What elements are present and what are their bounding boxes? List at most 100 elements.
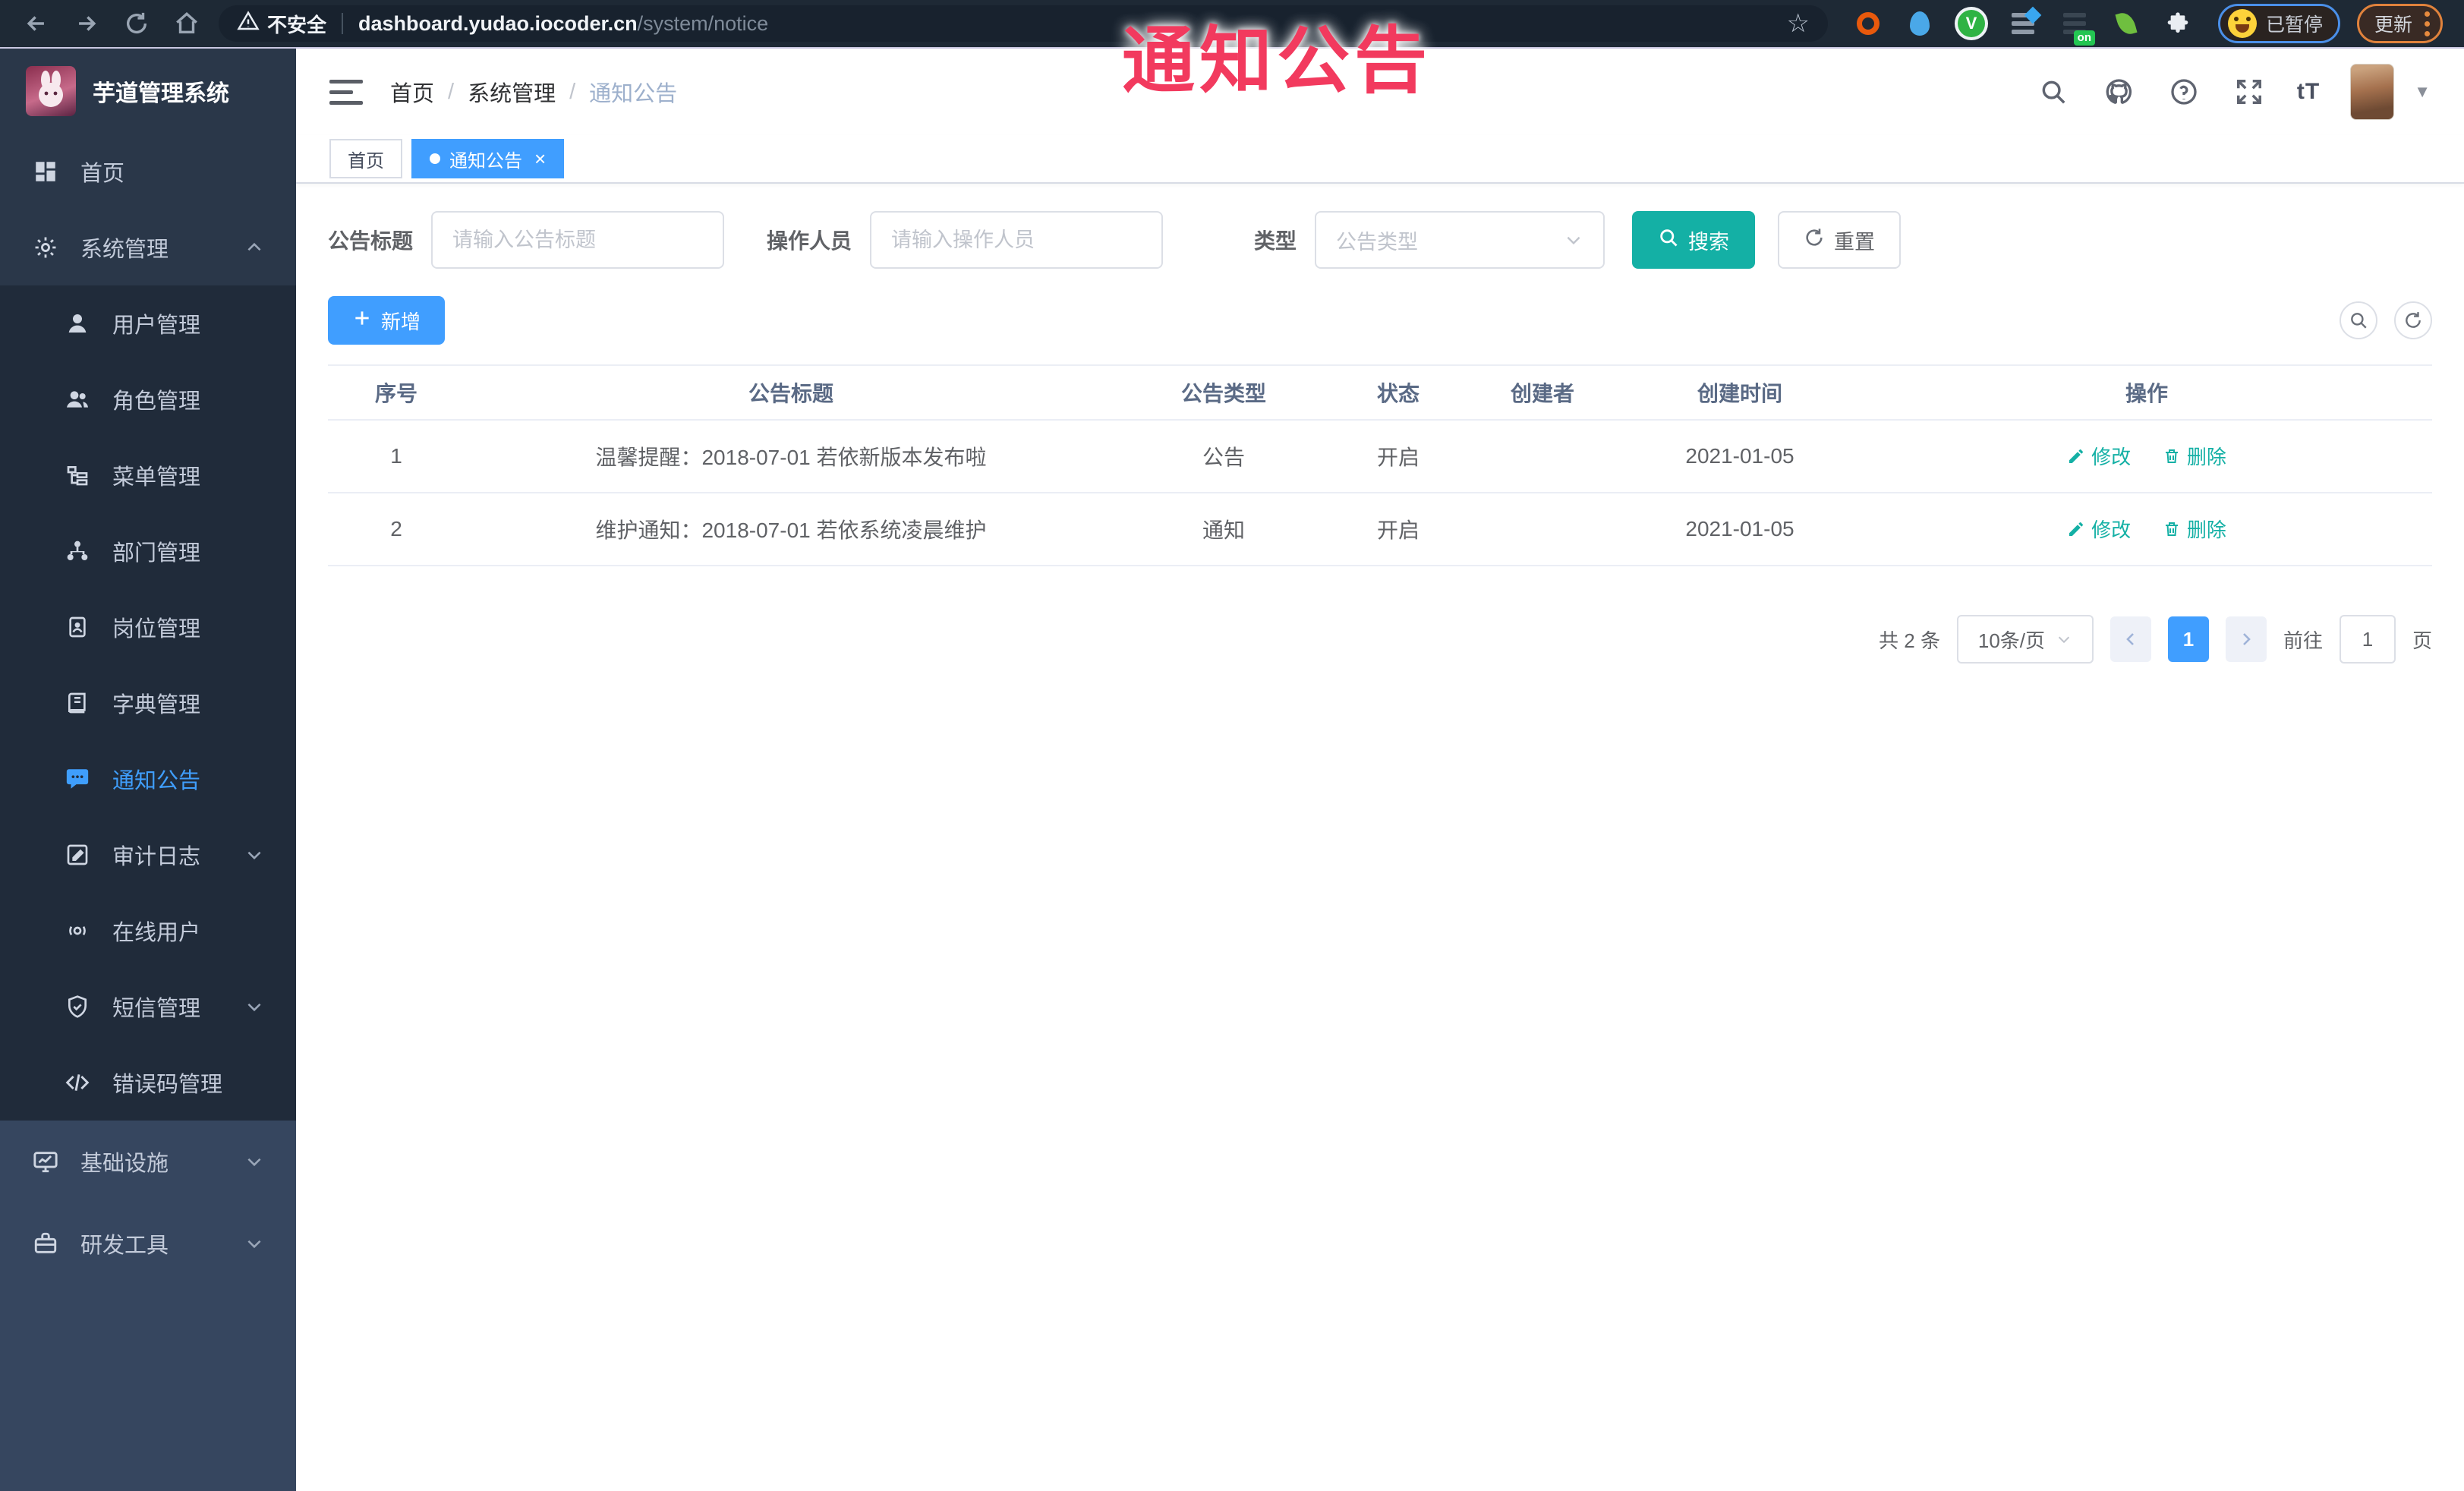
breadcrumb-current: 通知公告	[589, 82, 678, 106]
add-button[interactable]: 新增	[328, 296, 446, 345]
sidebar-bottom-section: 基础设施 研发工具	[0, 1121, 296, 1285]
browser-menu-kebab-icon[interactable]	[2425, 11, 2431, 36]
app-title: 芋道管理系统	[93, 81, 229, 106]
sidebar-item-infrastructure[interactable]: 基础设施	[0, 1121, 296, 1203]
chevron-down-icon	[244, 1234, 264, 1253]
extension-leaf-icon[interactable]	[2112, 9, 2141, 38]
on-badge: on	[2073, 30, 2095, 46]
page-size-select[interactable]: 10条/页	[1956, 615, 2094, 664]
cell-title: 维护通知：2018-07-01 若依系统凌晨维护	[465, 493, 1117, 566]
shield-message-icon	[62, 995, 93, 1019]
sidebar-item-department-management[interactable]: 部门管理	[0, 513, 296, 589]
notice-title-input[interactable]	[431, 211, 725, 269]
extension-proxy-on-icon[interactable]: on	[2060, 9, 2095, 46]
extension-blue-icon[interactable]	[1905, 9, 1934, 38]
chevron-down-icon	[1564, 230, 1583, 250]
breadcrumb-separator: /	[448, 79, 455, 104]
header-actions: tT ▼	[2036, 64, 2431, 120]
sidebar-item-dict-management[interactable]: 字典管理	[0, 665, 296, 741]
paused-label: 已暂停	[2266, 14, 2324, 36]
tab-home[interactable]: 首页	[329, 139, 402, 178]
add-button-label: 新增	[381, 310, 421, 333]
gear-icon	[30, 235, 61, 260]
chevron-up-icon	[244, 238, 264, 257]
github-icon[interactable]	[2101, 74, 2136, 109]
sidebar-item-label: 在线用户	[112, 921, 201, 945]
refresh-circle-button[interactable]	[2394, 301, 2432, 339]
col-status: 状态	[1330, 364, 1467, 421]
search-icon[interactable]	[2036, 74, 2071, 109]
bookmark-star-icon[interactable]: ☆	[1787, 11, 1810, 36]
cell-no: 1	[328, 420, 465, 493]
next-page-button[interactable]	[2225, 616, 2267, 662]
plus-icon	[352, 308, 372, 333]
reset-button[interactable]: 重置	[1778, 211, 1902, 269]
help-icon[interactable]	[2166, 74, 2201, 109]
toggle-search-circle-button[interactable]	[2340, 301, 2377, 339]
sidebar-item-error-code-management[interactable]: 错误码管理	[0, 1045, 296, 1121]
close-icon[interactable]: ×	[534, 149, 546, 169]
sidebar-item-sms-management[interactable]: 短信管理	[0, 969, 296, 1045]
fullscreen-icon[interactable]	[2232, 74, 2267, 109]
refresh-icon	[1804, 227, 1825, 254]
notice-title-label: 公告标题	[328, 229, 414, 253]
sidebar-item-user-management[interactable]: 用户管理	[0, 285, 296, 361]
browser-reload-button[interactable]	[115, 5, 158, 42]
sidebar-toggle-icon[interactable]	[329, 79, 363, 105]
extension-orange-icon[interactable]	[1854, 9, 1883, 38]
profile-paused-chip[interactable]: 已暂停	[2218, 4, 2341, 43]
page-header: 首页 / 系统管理 / 通知公告 tT ▼	[296, 49, 2464, 135]
sidebar-item-system-management[interactable]: 系统管理	[0, 210, 296, 285]
avatar[interactable]	[2350, 64, 2395, 120]
goto-suffix: 页	[2412, 629, 2432, 652]
font-size-icon[interactable]: tT	[2297, 79, 2320, 105]
extensions-puzzle-icon[interactable]	[2163, 9, 2192, 38]
sidebar-item-post-management[interactable]: 岗位管理	[0, 589, 296, 665]
sidebar-item-home[interactable]: 首页	[0, 134, 296, 210]
browser-back-button[interactable]	[15, 5, 58, 42]
pagination: 共 2 条 10条/页 1 前往 页	[328, 615, 2432, 664]
extension-bars-icon[interactable]	[2009, 6, 2042, 38]
sidebar-item-audit-log[interactable]: 审计日志	[0, 817, 296, 893]
goto-page-input[interactable]	[2339, 615, 2396, 664]
tab-notice[interactable]: 通知公告 ×	[411, 139, 565, 178]
browser-forward-button[interactable]	[65, 5, 108, 42]
total-count: 共 2 条	[1879, 629, 1940, 652]
edit-link[interactable]: 修改	[2067, 515, 2131, 543]
edit-link-label: 修改	[2091, 519, 2132, 542]
current-page[interactable]: 1	[2167, 616, 2209, 662]
address-divider	[342, 13, 344, 34]
sidebar-item-notice[interactable]: 通知公告	[0, 741, 296, 817]
monitor-chart-icon	[30, 1149, 61, 1174]
browser-update-button[interactable]: 更新	[2357, 4, 2444, 43]
type-label: 类型	[1254, 229, 1297, 253]
operator-input[interactable]	[870, 211, 1164, 269]
sidebar-item-role-management[interactable]: 角色管理	[0, 361, 296, 437]
edit-link-label: 修改	[2091, 446, 2132, 469]
breadcrumb-home[interactable]: 首页	[390, 76, 434, 108]
sidebar-item-menu-management[interactable]: 菜单管理	[0, 437, 296, 513]
tab-label: 通知公告	[449, 150, 522, 172]
sidebar-item-label: 用户管理	[112, 314, 201, 338]
tab-label: 首页	[348, 150, 384, 172]
delete-link[interactable]: 删除	[2163, 515, 2226, 543]
edit-link[interactable]: 修改	[2067, 442, 2131, 470]
sidebar-item-online-users[interactable]: 在线用户	[0, 893, 296, 969]
logo-row[interactable]: 芋道管理系统	[0, 49, 296, 134]
browser-home-button[interactable]	[165, 5, 208, 42]
delete-link[interactable]: 删除	[2163, 442, 2226, 470]
extension-vue-devtools-icon[interactable]: V	[1957, 9, 1986, 38]
address-bar[interactable]: 不安全 dashboard.yudao.iocoder.cn /system/n…	[219, 5, 1828, 42]
cell-type: 公告	[1117, 420, 1330, 493]
sidebar-item-label: 基础设施	[80, 1152, 169, 1176]
sidebar-item-dev-tools[interactable]: 研发工具	[0, 1203, 296, 1285]
view-tabs: 首页 通知公告 ×	[296, 135, 2464, 184]
avatar-caret-icon[interactable]: ▼	[2414, 82, 2431, 102]
chevron-down-icon	[244, 1152, 264, 1171]
prev-page-button[interactable]	[2110, 616, 2151, 662]
search-button[interactable]: 搜索	[1632, 211, 1756, 269]
type-select[interactable]: 公告类型	[1315, 211, 1605, 269]
breadcrumb-system[interactable]: 系统管理	[468, 76, 556, 108]
code-icon	[62, 1070, 93, 1095]
cell-title: 温馨提醒：2018-07-01 若依新版本发布啦	[465, 420, 1117, 493]
